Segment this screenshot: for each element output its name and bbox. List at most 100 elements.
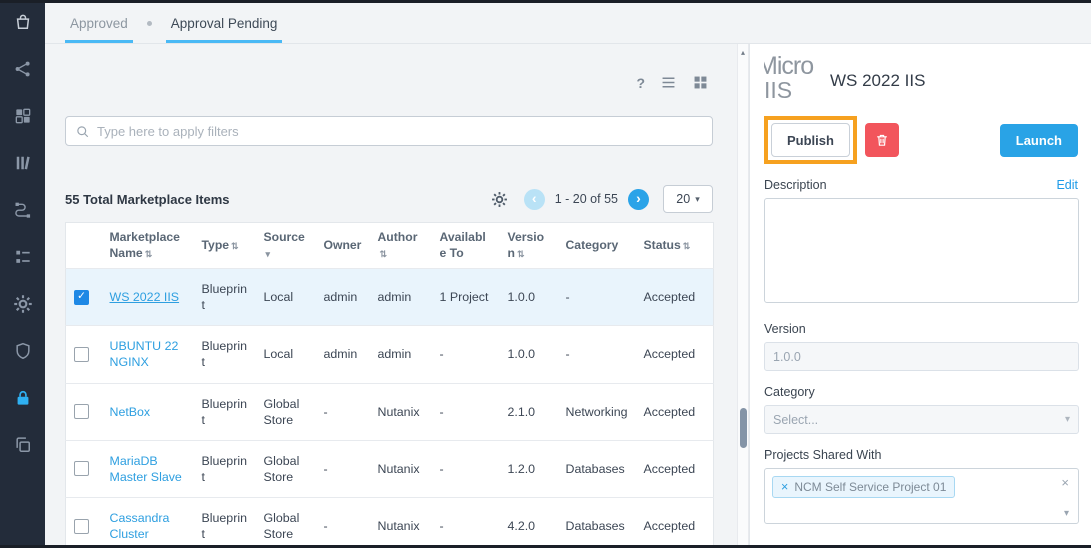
grid-view-icon[interactable] (692, 74, 709, 91)
projects-label: Projects Shared With (764, 448, 881, 462)
next-page-button[interactable]: › (628, 189, 649, 210)
prev-page-button[interactable]: ‹ (524, 189, 545, 210)
detail-header: Micro IIS WS 2022 IIS (764, 52, 1078, 110)
flow-icon[interactable] (13, 200, 33, 220)
scrollbar-thumb[interactable] (740, 408, 747, 448)
table-settings-gear-icon[interactable] (491, 191, 508, 208)
cell-source: Global Store (256, 440, 316, 497)
cell-owner: admin (316, 326, 370, 383)
vertical-scrollbar[interactable]: ▴ (737, 44, 749, 545)
table-row[interactable]: ✓ WS 2022 IIS Blueprint Local admin admi… (66, 269, 714, 326)
cell-version: 1.0.0 (500, 326, 558, 383)
sort-icon[interactable]: ⇅ (517, 249, 525, 259)
grid-apps-icon[interactable] (13, 106, 33, 126)
marketplace-manager-app: Approved Approval Pending ? 55 Total Mar… (0, 0, 1091, 548)
cell-source: Local (256, 326, 316, 383)
tab-approved-underline (65, 40, 133, 43)
cell-type: Blueprint (194, 326, 256, 383)
list-view-icon[interactable] (660, 74, 677, 91)
chevron-right-icon: › (636, 191, 641, 205)
table-row[interactable]: MariaDB Master Slave Blueprint Global St… (66, 440, 714, 497)
help-icon[interactable]: ? (636, 75, 645, 91)
row-checkbox[interactable] (74, 461, 89, 476)
publish-button[interactable]: Publish (771, 123, 850, 157)
column-category[interactable]: Category (558, 223, 636, 269)
chevron-left-icon: ‹ (532, 191, 537, 205)
table-row[interactable]: NetBox Blueprint Global Store - Nutanix … (66, 383, 714, 440)
bag-icon[interactable] (13, 12, 33, 32)
table-row[interactable]: UBUNTU 22 NGINX Blueprint Local admin ad… (66, 326, 714, 383)
column-available-to[interactable]: Available To (432, 223, 500, 269)
sort-icon[interactable]: ▾ (266, 249, 271, 259)
copy-icon[interactable] (13, 435, 33, 455)
row-checkbox[interactable]: ✓ (74, 290, 89, 305)
scroll-up-arrow-icon[interactable]: ▴ (738, 48, 748, 57)
marketplace-item-link[interactable]: UBUNTU 22 NGINX (110, 339, 179, 369)
sort-icon[interactable]: ⇅ (145, 249, 153, 259)
chevron-down-icon: ▾ (695, 194, 700, 205)
cell-source: Global Store (256, 383, 316, 440)
cell-owner: - (316, 440, 370, 497)
view-controls: ? (636, 74, 709, 91)
tab-approved-label: Approved (70, 16, 128, 31)
column-marketplace-name[interactable]: Marketplace Name⇅ (102, 223, 194, 269)
category-placeholder: Select... (773, 413, 818, 427)
delete-button[interactable] (865, 123, 899, 157)
cell-status: Accepted (636, 269, 714, 326)
filter-searchbar[interactable] (65, 116, 713, 146)
column-version[interactable]: Version⇅ (500, 223, 558, 269)
row-checkbox[interactable] (74, 347, 89, 362)
projects-field: Projects Shared With × NCM Self Service … (764, 448, 1078, 524)
category-field: Category Select... ▾ (764, 385, 1078, 434)
column-author[interactable]: Author⇅ (370, 223, 432, 269)
description-textarea[interactable] (764, 198, 1079, 303)
cell-author: admin (370, 326, 432, 383)
projects-multiselect[interactable]: × NCM Self Service Project 01 × ▾ (764, 468, 1079, 524)
remove-tag-icon[interactable]: × (781, 480, 788, 494)
cell-owner: admin (316, 269, 370, 326)
version-input (764, 342, 1079, 371)
gear-icon[interactable] (13, 294, 33, 314)
row-checkbox[interactable] (74, 404, 89, 419)
column-source[interactable]: Source▾ (256, 223, 316, 269)
network-icon[interactable] (13, 59, 33, 79)
clear-selection-icon[interactable]: × (1061, 475, 1069, 490)
checklist-icon[interactable] (13, 247, 33, 267)
sort-icon[interactable]: ⇅ (380, 249, 388, 259)
page-size-value: 20 (676, 192, 690, 206)
launch-button[interactable]: Launch (1000, 124, 1078, 157)
cell-status: Accepted (636, 440, 714, 497)
cell-category: - (558, 269, 636, 326)
page-size-dropdown[interactable]: 20 ▾ (663, 185, 713, 213)
shield-icon[interactable] (13, 341, 33, 361)
marketplace-item-link[interactable]: WS 2022 IIS (110, 290, 180, 304)
column-status[interactable]: Status⇅ (636, 223, 714, 269)
sort-icon[interactable]: ⇅ (231, 241, 239, 251)
lock-icon[interactable] (13, 388, 33, 408)
item-logo: Micro IIS (764, 53, 820, 109)
list-header: 55 Total Marketplace Items ‹ 1 - 20 of 5… (65, 184, 713, 214)
tab-approval-pending[interactable]: Approval Pending (166, 3, 283, 43)
row-checkbox[interactable] (74, 519, 89, 534)
marketplace-item-link[interactable]: Cassandra Cluster (110, 511, 170, 541)
chevron-down-icon: ▾ (1065, 414, 1070, 425)
column-owner[interactable]: Owner (316, 223, 370, 269)
cell-category: Databases (558, 498, 636, 548)
edit-link[interactable]: Edit (1056, 178, 1078, 192)
item-detail-panel: Micro IIS WS 2022 IIS Publish Launch Des… (749, 44, 1091, 545)
tab-separator-dot (147, 21, 152, 26)
cell-version: 1.0.0 (500, 269, 558, 326)
marketplace-item-link[interactable]: MariaDB Master Slave (110, 454, 182, 484)
chevron-down-icon[interactable]: ▾ (1064, 508, 1069, 519)
marketplace-item-link[interactable]: NetBox (110, 405, 151, 419)
item-title: WS 2022 IIS (830, 71, 925, 91)
table-row[interactable]: Cassandra Cluster Blueprint Global Store… (66, 498, 714, 548)
tab-approved[interactable]: Approved (65, 3, 133, 43)
cell-source: Global Store (256, 498, 316, 548)
library-bars-icon[interactable] (13, 153, 33, 173)
sort-icon[interactable]: ⇅ (683, 241, 691, 251)
cell-available-to: - (432, 383, 500, 440)
description-label: Description (764, 178, 827, 192)
column-type[interactable]: Type⇅ (194, 223, 256, 269)
filter-input[interactable] (97, 124, 703, 139)
